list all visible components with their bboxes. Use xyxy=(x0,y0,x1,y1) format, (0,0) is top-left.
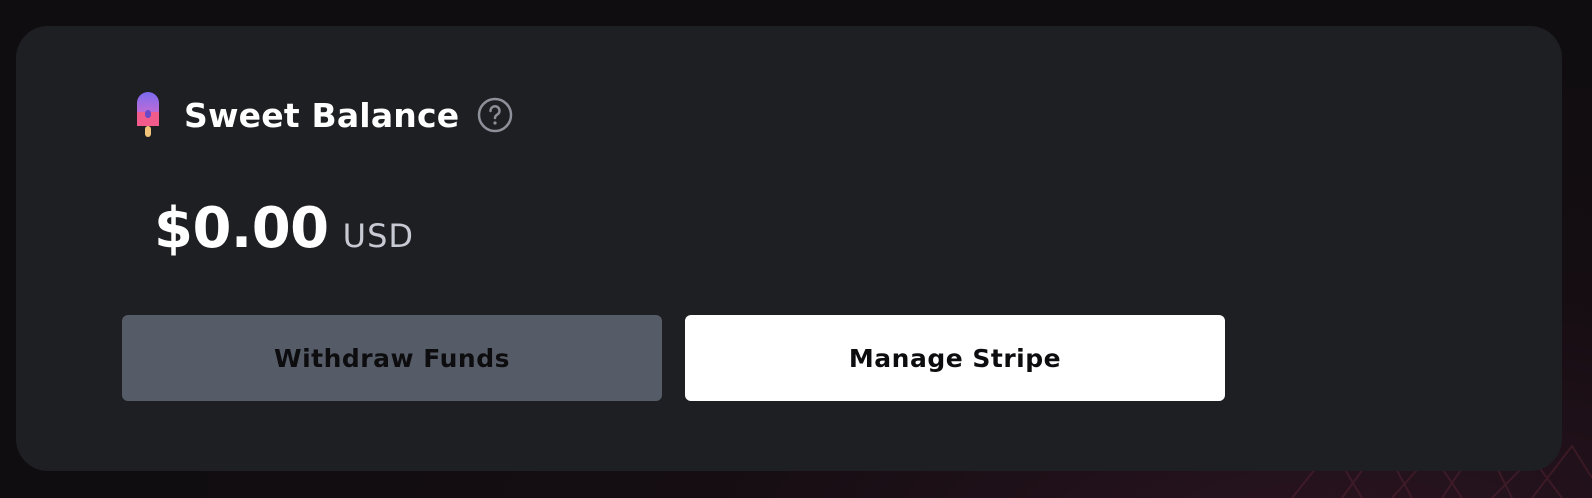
card-title: Sweet Balance xyxy=(184,95,460,135)
help-icon[interactable] xyxy=(477,97,513,133)
card-header: Sweet Balance xyxy=(136,92,513,138)
balance-currency: USD xyxy=(342,217,415,255)
popsicle-icon xyxy=(137,92,159,137)
balance-display: $0.00 USD xyxy=(154,196,414,261)
manage-stripe-button[interactable]: Manage Stripe xyxy=(685,315,1225,401)
balance-amount: $0.00 xyxy=(154,196,329,261)
withdraw-funds-button[interactable]: Withdraw Funds xyxy=(122,315,662,401)
sweet-balance-card: Sweet Balance $0.00 USD Withdraw Funds M… xyxy=(16,26,1562,471)
